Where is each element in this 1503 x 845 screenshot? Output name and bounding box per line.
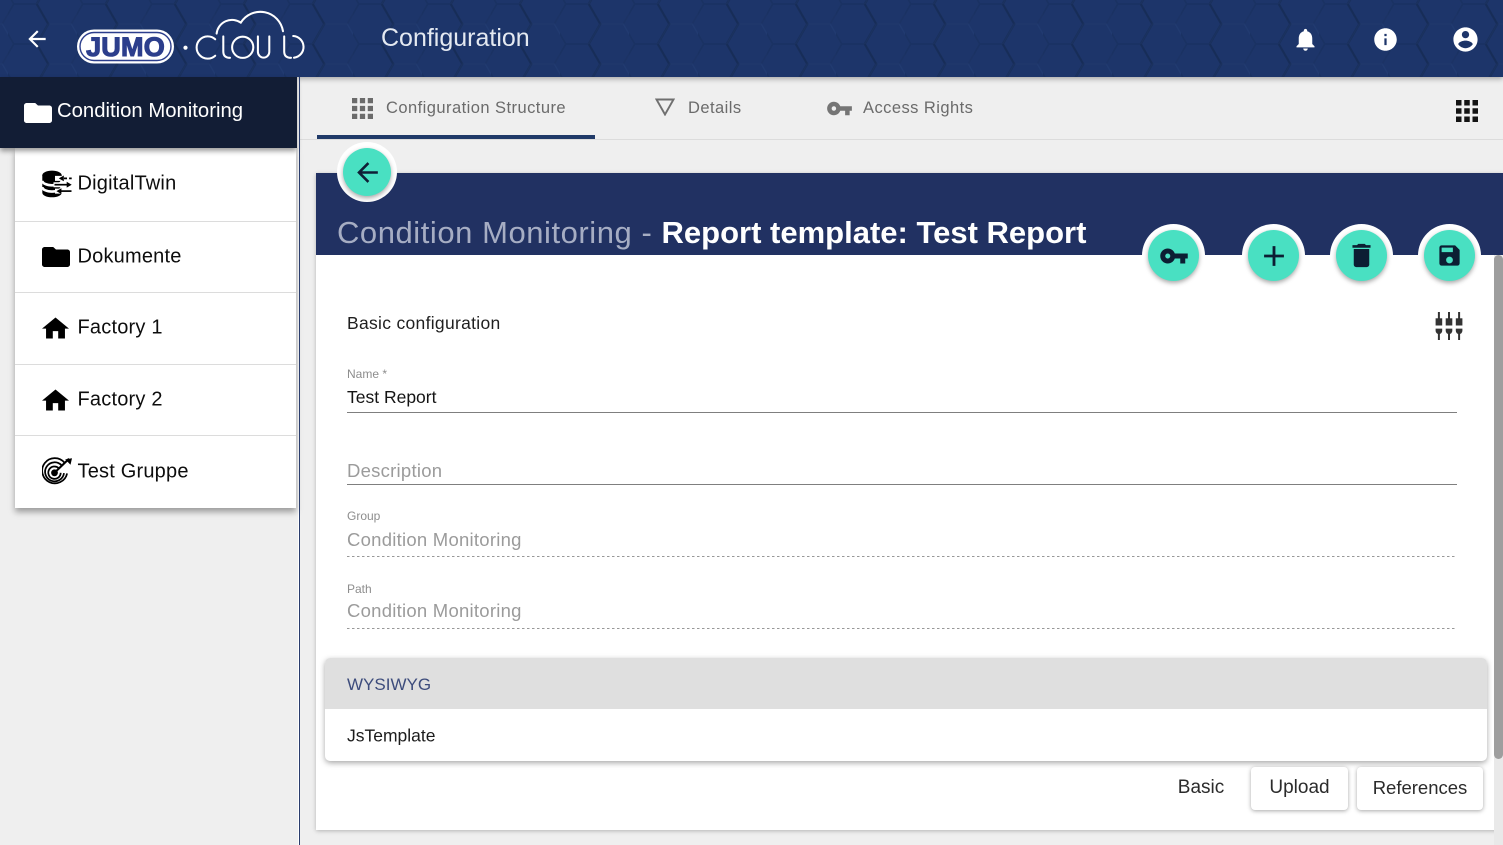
svg-text:JUMO: JUMO xyxy=(86,32,165,62)
